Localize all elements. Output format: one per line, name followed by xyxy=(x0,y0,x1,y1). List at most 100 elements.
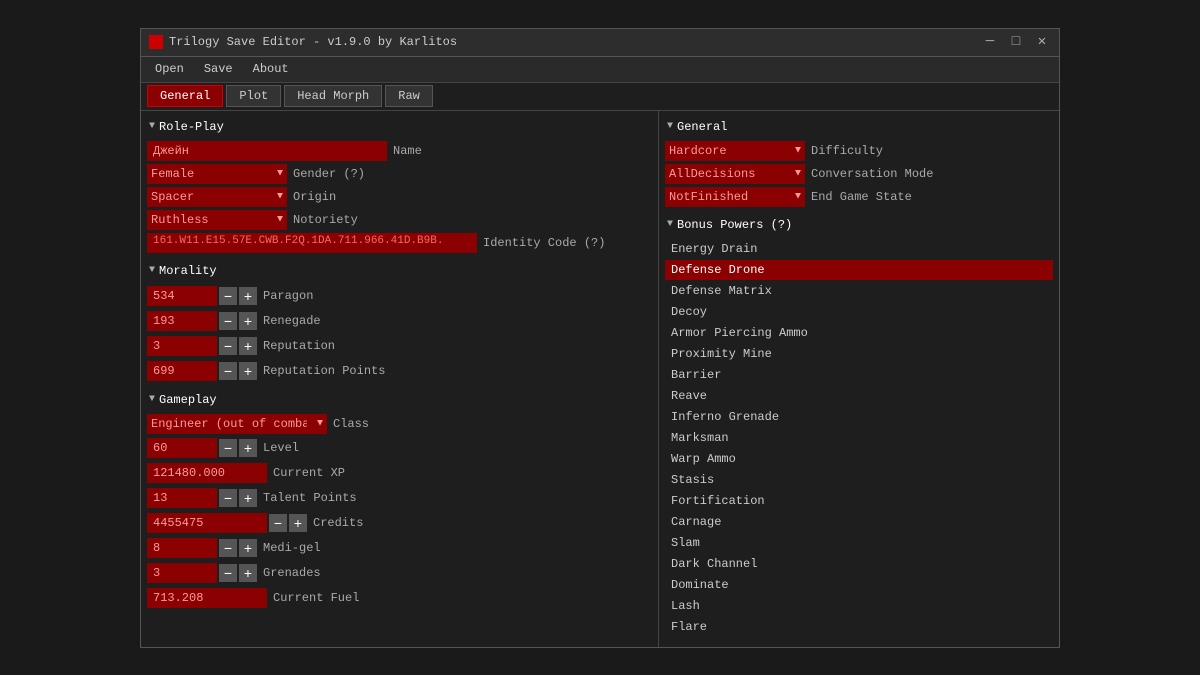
window-controls: ─ □ ✕ xyxy=(981,35,1051,49)
bonus-power-item[interactable]: Reave xyxy=(665,386,1053,406)
credits-stepper: − + xyxy=(147,513,307,533)
grenades-input[interactable] xyxy=(147,563,217,583)
bonus-power-item[interactable]: Carnage xyxy=(665,512,1053,532)
bonus-power-item[interactable]: Decoy xyxy=(665,302,1053,322)
rep-points-stepper: − + xyxy=(147,361,257,381)
bonus-power-item[interactable]: Marksman xyxy=(665,428,1053,448)
bonus-power-item[interactable]: Stasis xyxy=(665,470,1053,490)
level-increment[interactable]: + xyxy=(239,439,257,457)
conversation-select[interactable]: AllDecisions ParagonOnly RenegadeOnly xyxy=(665,164,805,184)
paragon-increment[interactable]: + xyxy=(239,287,257,305)
paragon-input[interactable] xyxy=(147,286,217,306)
bonus-power-item[interactable]: Armor Piercing Ammo xyxy=(665,323,1053,343)
talent-row: − + Talent Points xyxy=(147,487,652,509)
gender-row: Female Male ▼ Gender (?) xyxy=(147,164,652,184)
talent-label: Talent Points xyxy=(263,491,357,505)
paragon-stepper: − + xyxy=(147,286,257,306)
talent-input[interactable] xyxy=(147,488,217,508)
bonus-power-item[interactable]: Defense Matrix xyxy=(665,281,1053,301)
content-area: ▼ Role-Play Name Female Male ▼ xyxy=(141,111,1059,647)
roleplay-title: Role-Play xyxy=(159,120,224,134)
endgame-row: NotFinished Finished ▼ End Game State xyxy=(665,187,1053,207)
grenades-increment[interactable]: + xyxy=(239,564,257,582)
bonus-power-item[interactable]: Defense Drone xyxy=(665,260,1053,280)
medi-input[interactable] xyxy=(147,538,217,558)
menu-open[interactable]: Open xyxy=(147,60,192,78)
bonus-power-item[interactable]: Dark Channel xyxy=(665,554,1053,574)
bonus-powers-title: Bonus Powers (?) xyxy=(677,218,792,232)
difficulty-wrapper: Hardcore Casual Normal Veteran Insanity … xyxy=(665,141,805,161)
roleplay-section: ▼ Role-Play Name Female Male ▼ xyxy=(147,117,652,253)
level-label: Level xyxy=(263,441,299,455)
bonus-power-item[interactable]: Lash xyxy=(665,596,1053,616)
medi-increment[interactable]: + xyxy=(239,539,257,557)
fuel-input[interactable] xyxy=(147,588,267,608)
name-input[interactable] xyxy=(147,141,387,161)
bonus-powers-section: ▼ Bonus Powers (?) Energy DrainDefense D… xyxy=(665,215,1053,637)
credits-decrement[interactable]: − xyxy=(269,514,287,532)
paragon-decrement[interactable]: − xyxy=(219,287,237,305)
tab-raw[interactable]: Raw xyxy=(385,85,433,107)
identity-code-display: 161.W11.E15.57E.CWB.F2Q.1DA.711.966.41D.… xyxy=(147,233,477,253)
medi-row: − + Medi-gel xyxy=(147,537,652,559)
identity-row: 161.W11.E15.57E.CWB.F2Q.1DA.711.966.41D.… xyxy=(147,233,652,253)
renegade-stepper: − + xyxy=(147,311,257,331)
bonus-power-item[interactable]: Barrier xyxy=(665,365,1053,385)
grenades-decrement[interactable]: − xyxy=(219,564,237,582)
level-input[interactable] xyxy=(147,438,217,458)
origin-select[interactable]: Spacer Earthborn Colonist xyxy=(147,187,287,207)
endgame-select[interactable]: NotFinished Finished xyxy=(665,187,805,207)
morality-header: ▼ Morality xyxy=(147,261,652,281)
gender-select[interactable]: Female Male xyxy=(147,164,287,184)
tab-general[interactable]: General xyxy=(147,85,223,107)
menu-save[interactable]: Save xyxy=(196,60,241,78)
difficulty-label: Difficulty xyxy=(811,144,883,158)
bonus-power-item[interactable]: Fortification xyxy=(665,491,1053,511)
level-decrement[interactable]: − xyxy=(219,439,237,457)
talent-decrement[interactable]: − xyxy=(219,489,237,507)
bonus-power-item[interactable]: Energy Drain xyxy=(665,239,1053,259)
bonus-power-item[interactable]: Dominate xyxy=(665,575,1053,595)
maximize-button[interactable]: □ xyxy=(1007,35,1025,49)
class-row: Engineer (out of combat) Soldier Adept I… xyxy=(147,414,652,434)
rep-points-increment[interactable]: + xyxy=(239,362,257,380)
reputation-input[interactable] xyxy=(147,336,217,356)
window-title: Trilogy Save Editor - v1.9.0 by Karlitos xyxy=(169,35,981,49)
gameplay-header: ▼ Gameplay xyxy=(147,390,652,410)
medi-decrement[interactable]: − xyxy=(219,539,237,557)
rep-points-decrement[interactable]: − xyxy=(219,362,237,380)
talent-stepper: − + xyxy=(147,488,257,508)
tab-plot[interactable]: Plot xyxy=(226,85,281,107)
reputation-decrement[interactable]: − xyxy=(219,337,237,355)
bonus-powers-header: ▼ Bonus Powers (?) xyxy=(665,215,1053,235)
minimize-button[interactable]: ─ xyxy=(981,35,999,49)
class-select[interactable]: Engineer (out of combat) Soldier Adept I… xyxy=(147,414,327,434)
xp-input[interactable] xyxy=(147,463,267,483)
bonus-power-item[interactable]: Inferno Grenade xyxy=(665,407,1053,427)
bonus-power-item[interactable]: Proximity Mine xyxy=(665,344,1053,364)
roleplay-header: ▼ Role-Play xyxy=(147,117,652,137)
renegade-decrement[interactable]: − xyxy=(219,312,237,330)
bonus-power-item[interactable]: Slam xyxy=(665,533,1053,553)
notoriety-select[interactable]: Ruthless Sole Survivor War Hero xyxy=(147,210,287,230)
reputation-increment[interactable]: + xyxy=(239,337,257,355)
rep-points-input[interactable] xyxy=(147,361,217,381)
left-panel: ▼ Role-Play Name Female Male ▼ xyxy=(141,111,659,647)
grenades-row: − + Grenades xyxy=(147,562,652,584)
xp-label: Current XP xyxy=(273,466,345,480)
credits-input[interactable] xyxy=(147,513,267,533)
renegade-increment[interactable]: + xyxy=(239,312,257,330)
menu-about[interactable]: About xyxy=(245,60,297,78)
difficulty-select[interactable]: Hardcore Casual Normal Veteran Insanity xyxy=(665,141,805,161)
close-button[interactable]: ✕ xyxy=(1033,35,1051,49)
notoriety-row: Ruthless Sole Survivor War Hero ▼ Notori… xyxy=(147,210,652,230)
talent-increment[interactable]: + xyxy=(239,489,257,507)
name-row: Name xyxy=(147,141,652,161)
credits-increment[interactable]: + xyxy=(289,514,307,532)
tab-head-morph[interactable]: Head Morph xyxy=(284,85,382,107)
renegade-row: − + Renegade xyxy=(147,310,652,332)
bonus-power-item[interactable]: Flare xyxy=(665,617,1053,637)
bonus-power-item[interactable]: Warp Ammo xyxy=(665,449,1053,469)
reputation-label: Reputation xyxy=(263,339,335,353)
renegade-input[interactable] xyxy=(147,311,217,331)
